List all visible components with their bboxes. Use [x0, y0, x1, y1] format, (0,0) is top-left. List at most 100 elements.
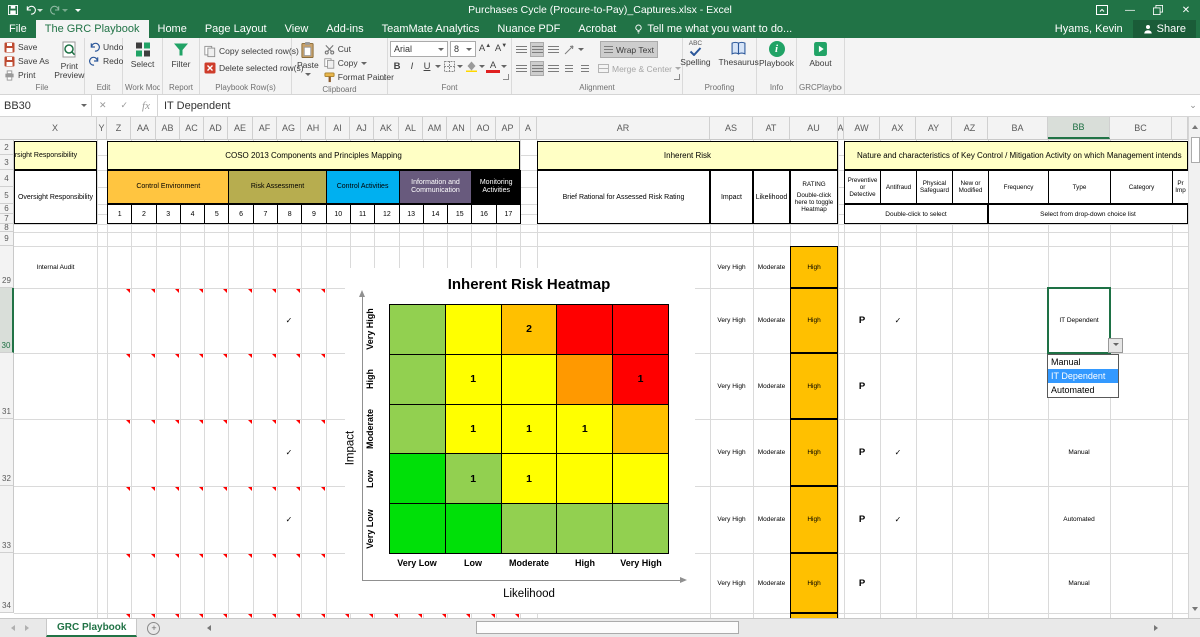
copy-selected-rows-button[interactable]: Copy selected row(s) — [202, 44, 306, 58]
column-header-AY[interactable]: AY — [916, 117, 952, 139]
rating-cell-30[interactable]: High — [790, 288, 838, 353]
borders-dropdown-icon[interactable] — [457, 65, 463, 71]
wrap-text-button[interactable]: Wrap Text — [600, 41, 658, 58]
tab-page-layout[interactable]: Page Layout — [196, 20, 276, 38]
impact-cell-31[interactable]: Very High — [710, 353, 753, 419]
column-header-X[interactable]: X — [14, 117, 97, 139]
thesaurus-button[interactable]: Thesaurus — [716, 40, 762, 68]
type-cell-32[interactable]: Manual — [1048, 419, 1110, 486]
spelling-button[interactable]: ABC Spelling — [677, 40, 713, 68]
name-box-dropdown-icon[interactable] — [81, 104, 87, 110]
sheet-tab-grc-playbook[interactable]: GRC Playbook — [46, 619, 137, 637]
formula-bar-expand-icon[interactable]: ⌄ — [1186, 95, 1200, 116]
column-header-AJ[interactable]: AJ — [350, 117, 374, 139]
rating-cell-29[interactable]: High — [790, 246, 838, 288]
user-name[interactable]: Hyams, Kevin — [1055, 23, 1123, 35]
oversight-header-cell[interactable]: Oversight Responsibility — [14, 141, 97, 170]
row-header-5[interactable]: 5 — [0, 187, 14, 204]
row-header-6[interactable]: 6 — [0, 204, 14, 214]
coso-principle-3[interactable]: 3 — [156, 204, 181, 224]
redo-button[interactable] — [50, 5, 68, 15]
cancel-icon[interactable]: ✕ — [99, 100, 107, 111]
customize-qat-icon[interactable] — [75, 9, 81, 15]
row-header-30[interactable]: 30 — [0, 288, 14, 353]
coso-principle-16[interactable]: 16 — [471, 204, 496, 224]
antifraud-check-32[interactable]: ✓ — [880, 419, 916, 486]
select-button[interactable]: Select — [128, 40, 158, 70]
nature-col-5[interactable]: Frequency — [988, 170, 1049, 204]
column-header-AK[interactable]: AK — [374, 117, 399, 139]
italic-button[interactable]: I — [405, 59, 419, 74]
inherent-col-impact[interactable]: Impact — [710, 170, 753, 224]
column-header-AB[interactable]: AB — [156, 117, 180, 139]
nature-title-cell[interactable]: Nature and characteristics of Key Contro… — [844, 141, 1188, 170]
underline-button[interactable]: U — [420, 59, 434, 74]
align-left-icon[interactable] — [514, 61, 528, 76]
horizontal-scrollbar[interactable] — [176, 619, 1200, 637]
preventive-cell-32[interactable]: P — [844, 419, 880, 486]
font-color-dropdown-icon[interactable] — [501, 65, 507, 71]
impact-cell-32[interactable]: Very High — [710, 419, 753, 486]
nature-col-7[interactable]: Category — [1110, 170, 1173, 204]
column-header-AT[interactable]: AT — [753, 117, 790, 139]
nature-col-3[interactable]: Physical Safeguard — [916, 170, 953, 204]
impact-cell-30[interactable]: Very High — [710, 288, 753, 353]
playbook-button[interactable]: i Playbook — [756, 40, 797, 69]
inherent-col-rating[interactable]: RATINGDouble-click here to toggle Heatma… — [790, 170, 838, 224]
bold-button[interactable]: B — [390, 59, 404, 74]
nature-col-4[interactable]: New or Modified — [952, 170, 989, 204]
save-button[interactable]: Save — [2, 40, 51, 54]
inherent-col-likelihood[interactable]: Likelihood — [753, 170, 790, 224]
likelihood-cell-33[interactable]: Moderate — [753, 486, 790, 553]
coso-section-4[interactable]: Information and Communication — [399, 170, 473, 204]
fill-color-dropdown-icon[interactable] — [479, 65, 485, 71]
coso-principle-13[interactable]: 13 — [399, 204, 424, 224]
row-header-33[interactable]: 33 — [0, 486, 14, 553]
about-button[interactable]: About — [806, 40, 834, 69]
undo-button[interactable] — [25, 5, 43, 15]
rating-cell-32[interactable]: High — [790, 419, 838, 486]
font-color-icon[interactable]: A — [486, 60, 500, 73]
tab-nuance-pdf[interactable]: Nuance PDF — [488, 20, 569, 38]
impact-cell-34[interactable]: Very High — [710, 553, 753, 613]
vertical-scrollbar[interactable] — [1188, 117, 1200, 618]
redo-ribbon-button[interactable]: Redo — [87, 54, 125, 68]
inherent-risk-title-cell[interactable]: Inherent Risk — [537, 141, 838, 170]
orientation-icon[interactable] — [562, 42, 576, 57]
row-header-4[interactable]: 4 — [0, 170, 14, 187]
column-header-AX[interactable]: AX — [880, 117, 916, 139]
column-header-partial[interactable] — [1172, 117, 1188, 139]
dropdown-button[interactable] — [1108, 338, 1123, 353]
align-right-icon[interactable] — [546, 61, 560, 76]
row-header-9[interactable]: 9 — [0, 232, 14, 246]
column-header-AL[interactable]: AL — [399, 117, 423, 139]
column-header-AH[interactable]: AH — [301, 117, 326, 139]
decrease-font-icon[interactable]: A▼ — [494, 41, 508, 56]
nature-col-6[interactable]: Type — [1048, 170, 1111, 204]
row-header-32[interactable]: 32 — [0, 419, 14, 486]
row-header-3[interactable]: 3 — [0, 155, 14, 170]
row-header-34[interactable]: 34 — [0, 553, 14, 613]
column-header-AG[interactable]: AG — [277, 117, 301, 139]
scroll-right-icon[interactable] — [1150, 621, 1164, 636]
coso-title-cell[interactable]: COSO 2013 Components and Principles Mapp… — [107, 141, 520, 170]
column-header-Z[interactable]: Z — [107, 117, 131, 139]
close-button[interactable]: ✕ — [1172, 0, 1200, 20]
coso-principle-5[interactable]: 5 — [204, 204, 229, 224]
scroll-up-icon[interactable] — [1189, 117, 1200, 133]
tab-home[interactable]: Home — [149, 20, 196, 38]
nature-col-2[interactable]: Antifraud — [880, 170, 917, 204]
coso-principle-17[interactable]: 17 — [496, 204, 521, 224]
tab-view[interactable]: View — [276, 20, 318, 38]
coso-section-3[interactable]: Control Activities — [326, 170, 400, 204]
sheet-nav-right-icon[interactable] — [25, 625, 32, 631]
borders-icon[interactable] — [442, 59, 456, 74]
coso-principle-1[interactable]: 1 — [107, 204, 132, 224]
column-header-BA[interactable]: BA — [988, 117, 1048, 139]
column-header-AD[interactable]: AD — [204, 117, 228, 139]
new-sheet-button[interactable]: + — [147, 622, 160, 635]
vertical-scroll-thumb[interactable] — [1191, 137, 1200, 163]
row-header-8[interactable]: 8 — [0, 224, 14, 232]
increase-font-icon[interactable]: A▲ — [478, 41, 492, 56]
column-header-BC[interactable]: BC — [1110, 117, 1172, 139]
